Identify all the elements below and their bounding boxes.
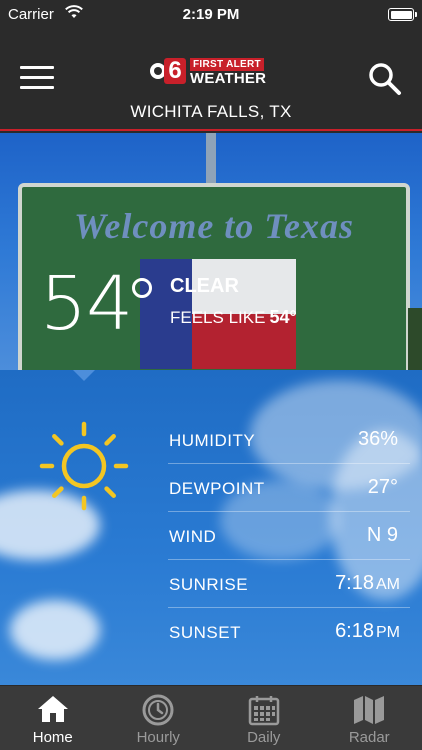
map-icon xyxy=(354,696,385,724)
tab-hourly[interactable]: Hourly xyxy=(106,686,212,750)
location-label[interactable]: WICHITA FALLS, TX xyxy=(0,102,422,122)
current-temperature: 54 xyxy=(40,261,133,347)
station-logo: 6 FIRST ALERT WEATHER xyxy=(150,56,272,87)
menu-button[interactable] xyxy=(20,66,54,92)
tab-bar: Home Hourly Daily Radar xyxy=(0,685,422,750)
detail-row-sunset: SUNSET 6:18 PM xyxy=(168,608,410,656)
detail-row-sunrise: SUNRISE 7:18 AM xyxy=(168,560,410,608)
battery-icon xyxy=(388,8,417,21)
detail-label: SUNRISE xyxy=(169,575,249,594)
detail-value: 27° xyxy=(367,476,398,498)
tab-radar[interactable]: Radar xyxy=(317,686,422,750)
logo-weather: WEATHER xyxy=(190,70,267,87)
calendar-icon xyxy=(248,696,279,726)
detail-value: N 9 xyxy=(366,524,398,546)
feels-like-value: 54° xyxy=(269,307,297,327)
search-button[interactable] xyxy=(368,62,402,96)
sun-icon xyxy=(39,421,129,511)
tab-label: Daily xyxy=(247,729,281,746)
detail-row-wind: WIND N 9 xyxy=(168,512,410,560)
status-bar: Carrier 2:19 PM xyxy=(0,0,422,30)
tab-home[interactable]: Home xyxy=(0,686,106,750)
detail-value: 7:18 AM xyxy=(335,572,400,594)
tab-label: Hourly xyxy=(136,729,180,746)
current-condition: CLEAR xyxy=(170,275,239,297)
search-icon xyxy=(369,63,401,95)
background-photo: Welcome to Texas 54 CLEAR FEELS LIKE 54° xyxy=(0,133,422,373)
detail-row-humidity: HUMIDITY 36% xyxy=(168,416,410,464)
detail-label: SUNSET xyxy=(169,623,241,642)
detail-row-dewpoint: DEWPOINT 27° xyxy=(168,464,410,512)
detail-label: DEWPOINT xyxy=(169,479,265,498)
tab-daily[interactable]: Daily xyxy=(211,686,317,750)
clock-time: 2:19 PM xyxy=(182,6,240,23)
hamburger-icon xyxy=(20,66,54,69)
detail-value: 36% xyxy=(357,428,398,450)
details-panel: HUMIDITY 36% DEWPOINT 27° WIND N 9 SUNRI… xyxy=(0,370,422,685)
app-header: 6 FIRST ALERT WEATHER WICHITA FALLS, TX xyxy=(0,30,422,131)
tab-label: Home xyxy=(32,729,73,746)
feels-like-label: FEELS LIKE xyxy=(170,308,266,327)
degree-symbol xyxy=(132,278,152,298)
home-icon xyxy=(37,696,68,722)
clock-icon xyxy=(142,694,174,726)
detail-label: HUMIDITY xyxy=(169,431,256,450)
sign-text: Welcome to Texas xyxy=(74,206,354,246)
detail-value: 6:18 PM xyxy=(335,620,400,642)
logo-number: 6 xyxy=(164,58,186,84)
feels-like: FEELS LIKE 54° xyxy=(170,307,297,328)
detail-label: WIND xyxy=(169,527,217,546)
tab-label: Radar xyxy=(348,729,390,746)
details-list: HUMIDITY 36% DEWPOINT 27° WIND N 9 SUNRI… xyxy=(168,416,410,656)
